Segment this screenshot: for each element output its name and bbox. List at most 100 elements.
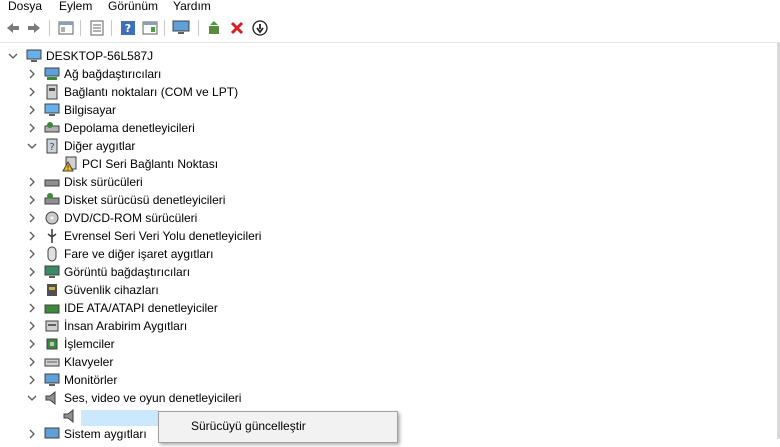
tree-item-label: Diğer aygıtlar (64, 139, 136, 153)
category-row[interactable]: DVD/CD-ROM sürücüleri (0, 209, 700, 227)
selection-highlight (81, 410, 159, 426)
chevron-right-icon[interactable] (27, 119, 37, 137)
chevron-right-icon[interactable] (27, 425, 37, 443)
category-row[interactable]: Disk sürücüleri (0, 173, 700, 191)
menu-eylem[interactable]: Eylem (59, 0, 92, 13)
processor-icon (44, 336, 60, 352)
view-icon[interactable] (141, 19, 159, 37)
tree-root[interactable]: DESKTOP-56L587J (0, 47, 700, 65)
chevron-right-icon[interactable] (27, 245, 37, 263)
floppy-controller-icon (44, 192, 60, 208)
tree-item-label: Monitörler (64, 373, 118, 387)
category-row[interactable]: Disket sürücüsü denetleyicileri (0, 191, 700, 209)
device-row[interactable]: ! PCI Seri Bağlantı Noktası (0, 155, 700, 173)
category-row[interactable]: Monitörler (0, 371, 700, 389)
category-row[interactable]: Depolama denetleyicileri (0, 119, 700, 137)
speaker-icon (62, 408, 78, 424)
chevron-down-icon[interactable] (27, 137, 37, 155)
tree-item-label: İnsan Arabirim Aygıtları (64, 319, 188, 333)
tree-item-label: İşlemciler (64, 337, 115, 351)
forward-icon[interactable] (25, 19, 43, 37)
warning-device-icon: ! (62, 156, 78, 172)
hid-icon (44, 318, 60, 334)
back-icon[interactable] (4, 19, 22, 37)
chevron-right-icon[interactable] (27, 209, 37, 227)
tree-item-label: PCI Seri Bağlantı Noktası (82, 157, 219, 171)
tree-item-label: IDE ATA/ATAPI denetleyiciler (64, 301, 218, 315)
system-device-icon (44, 426, 60, 442)
tree-item-label: Ağ bağdaştırıcıları (64, 67, 162, 81)
ide-icon (44, 300, 60, 316)
tree-item-label: Güvenlik cihazları (64, 283, 159, 297)
chevron-right-icon[interactable] (27, 227, 37, 245)
chevron-right-icon[interactable] (27, 263, 37, 281)
chevron-right-icon[interactable] (27, 191, 37, 209)
root-label: DESKTOP-56L587J (46, 49, 154, 63)
chevron-right-icon[interactable] (27, 335, 37, 353)
chevron-down-icon[interactable] (8, 47, 18, 65)
tree-item-label: DVD/CD-ROM sürücüleri (64, 211, 198, 225)
svg-text:?: ? (49, 142, 54, 153)
help-icon[interactable]: ? (119, 19, 137, 37)
chevron-right-icon[interactable] (27, 65, 37, 83)
chevron-right-icon[interactable] (27, 353, 37, 371)
monitor-icon (44, 372, 60, 388)
chevron-right-icon[interactable] (27, 101, 37, 119)
category-row[interactable]: Ses, video ve oyun denetleyicileri (0, 389, 700, 407)
chevron-down-icon[interactable] (27, 389, 37, 407)
mouse-icon (44, 246, 60, 262)
category-row[interactable]: ? Diğer aygıtlar (0, 137, 700, 155)
network-icon (44, 66, 60, 82)
properties-icon[interactable] (57, 19, 75, 37)
category-row[interactable]: Fare ve diğer işaret aygıtları (0, 245, 700, 263)
menu-yardim[interactable]: Yardım (173, 0, 211, 13)
usb-icon (44, 228, 60, 244)
tree-item-label: Disk sürücüleri (64, 175, 143, 189)
chevron-right-icon[interactable] (27, 317, 37, 335)
tree-item-label: Görüntü bağdaştırıcıları (64, 265, 191, 279)
computer-root-icon (26, 48, 42, 64)
keyboard-icon (44, 354, 60, 370)
toolbar: ? (0, 16, 780, 43)
port-icon (44, 84, 60, 100)
monitor-icon[interactable] (172, 19, 190, 37)
uninstall-icon[interactable] (228, 19, 246, 37)
tree-item-label: Bilgisayar (64, 103, 117, 117)
menu-dosya[interactable]: Dosya (8, 0, 42, 13)
chevron-right-icon[interactable] (27, 371, 37, 389)
chevron-right-icon[interactable] (27, 83, 37, 101)
chevron-right-icon[interactable] (27, 281, 37, 299)
category-row[interactable]: İnsan Arabirim Aygıtları (0, 317, 700, 335)
menu-bar: Dosya Eylem Görünüm Yardım (0, 0, 780, 14)
menu-gorunum[interactable]: Görünüm (108, 0, 158, 13)
device-tree: DESKTOP-56L587J Ağ bağdaştırıcıları Bağla… (0, 43, 776, 442)
chevron-right-icon[interactable] (27, 173, 37, 191)
svg-text:?: ? (125, 22, 131, 35)
dvd-icon (44, 210, 60, 226)
category-row[interactable]: Bilgisayar (0, 101, 700, 119)
update-driver-menu-item[interactable]: Sürücüyü güncelleştir (191, 419, 306, 433)
tree-item-label: Evrensel Seri Veri Yolu denetleyicileri (64, 229, 262, 243)
category-row[interactable]: İşlemciler (0, 335, 700, 353)
update-driver-icon[interactable] (205, 19, 223, 37)
list-icon[interactable] (88, 19, 106, 37)
tree-item-label: Ses, video ve oyun denetleyicileri (64, 391, 242, 405)
disk-icon (44, 174, 60, 190)
category-row[interactable]: Klavyeler (0, 353, 700, 371)
audio-icon (44, 390, 60, 406)
tree-item-label: Disket sürücüsü denetleyicileri (64, 193, 226, 207)
unknown-device-icon: ? (44, 138, 60, 154)
category-row[interactable]: Görüntü bağdaştırıcıları (0, 263, 700, 281)
svg-text:!: ! (67, 164, 70, 172)
tree-item-label: Fare ve diğer işaret aygıtları (64, 247, 214, 261)
category-row[interactable]: Güvenlik cihazları (0, 281, 700, 299)
category-row[interactable]: Bağlantı noktaları (COM ve LPT) (0, 83, 700, 101)
security-device-icon (44, 282, 60, 298)
download-icon[interactable] (251, 19, 269, 37)
tree-item-label: Klavyeler (64, 355, 114, 369)
computer-icon (44, 102, 60, 118)
chevron-right-icon[interactable] (27, 299, 37, 317)
category-row[interactable]: Ağ bağdaştırıcıları (0, 65, 700, 83)
category-row[interactable]: IDE ATA/ATAPI denetleyiciler (0, 299, 700, 317)
category-row[interactable]: Evrensel Seri Veri Yolu denetleyicileri (0, 227, 700, 245)
